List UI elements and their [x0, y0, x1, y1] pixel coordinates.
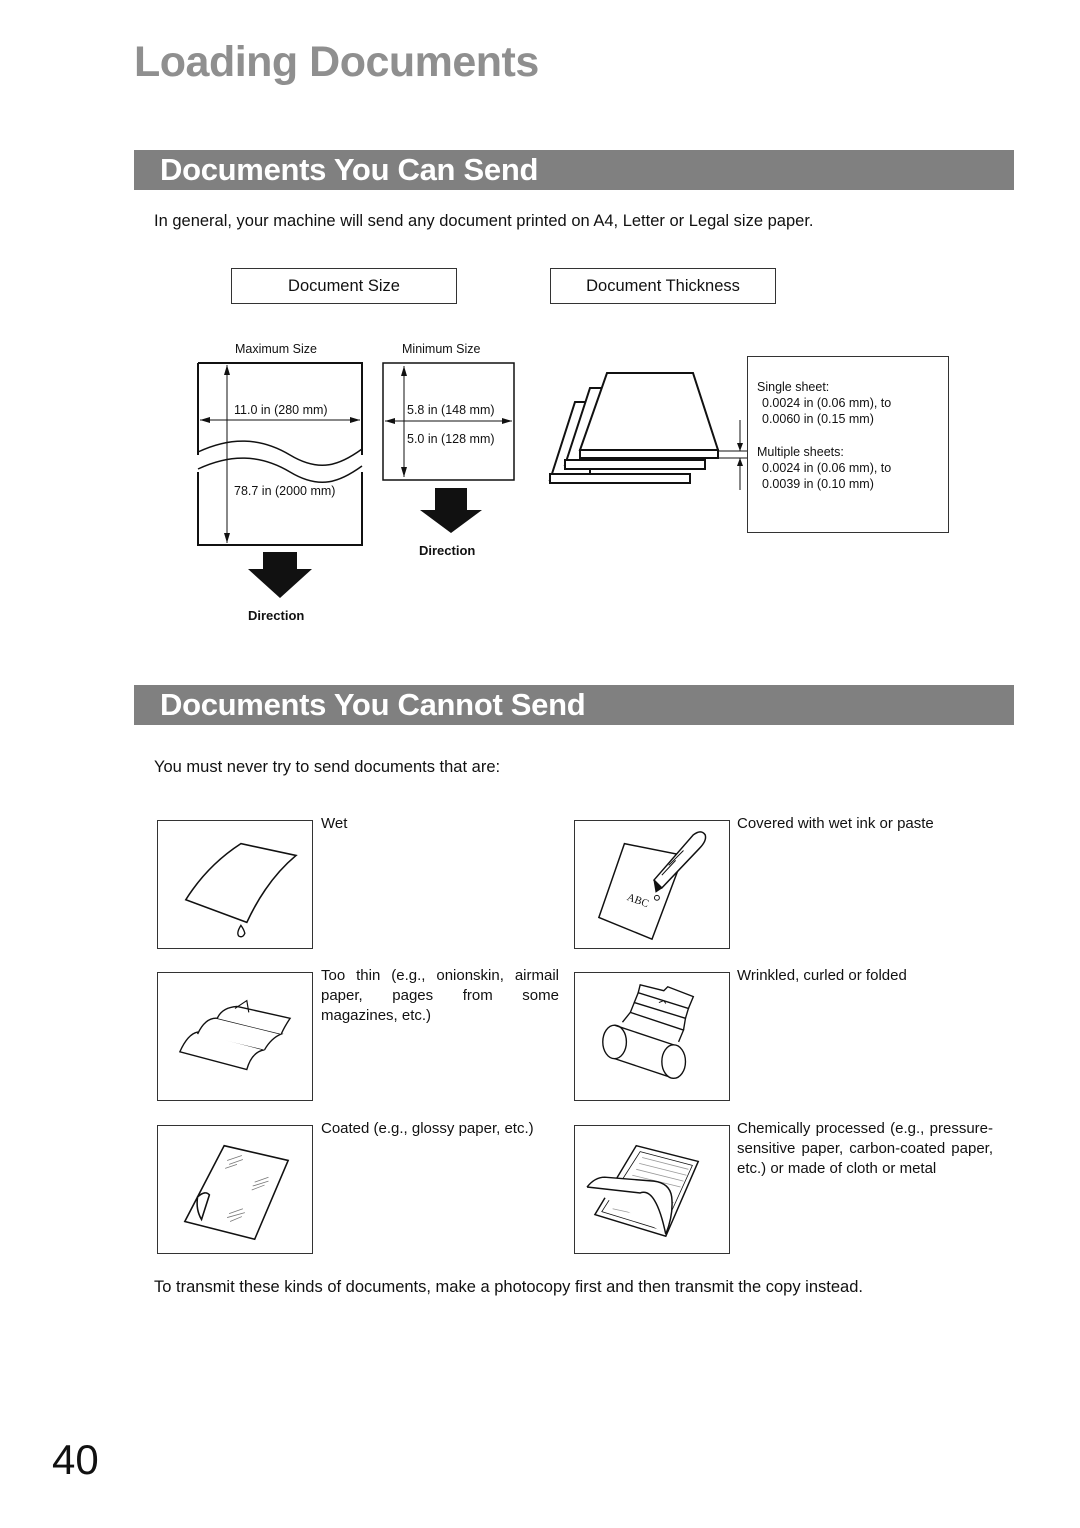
maximum-size-label: Maximum Size	[235, 342, 317, 356]
min-direction-label: Direction	[419, 543, 476, 558]
single-sheet-max: 0.0060 in (0.15 mm)	[762, 412, 874, 426]
multiple-sheets-max: 0.0039 in (0.10 mm)	[762, 477, 874, 491]
document-size-label: Document Size	[231, 268, 457, 304]
min-width-value: 5.8 in (148 mm)	[407, 403, 495, 417]
max-width-value: 11.0 in (280 mm)	[234, 403, 328, 417]
section-heading-can-send: Documents You Can Send	[134, 150, 1014, 190]
min-length-value: 5.0 in (128 mm)	[407, 432, 495, 446]
cannot-send-item-wet: Wet	[321, 815, 348, 832]
cannot-send-item-wet-ink: Covered with wet ink or paste	[737, 815, 934, 832]
coated-paper-icon	[157, 1125, 313, 1254]
max-length-value: 78.7 in (2000 mm)	[234, 484, 336, 498]
pen-ink-icon: ABC	[574, 820, 730, 949]
cannot-send-item-coated: Coated (e.g., glossy paper, etc.)	[321, 1120, 534, 1137]
minimum-size-diagram	[382, 362, 515, 533]
wet-paper-icon	[157, 820, 313, 949]
page-title: Loading Documents	[134, 38, 539, 86]
direction-arrow-icon	[248, 552, 312, 598]
maximum-size-diagram	[197, 362, 363, 598]
cannot-send-item-too-thin: Too thin (e.g., onionskin, airmail paper…	[321, 967, 559, 1024]
cannot-send-item-wrinkled: Wrinkled, curled or folded	[737, 967, 907, 984]
section-heading-cannot-send: Documents You Cannot Send	[134, 685, 1014, 725]
document-thickness-label: Document Thickness	[550, 268, 776, 304]
multiple-sheets-min: 0.0024 in (0.06 mm), to	[762, 461, 892, 475]
thin-paper-icon	[157, 972, 313, 1101]
chemical-paper-icon	[574, 1125, 730, 1254]
multiple-sheets-label: Multiple sheets:	[757, 445, 844, 459]
minimum-size-label: Minimum Size	[402, 342, 481, 356]
paper-stack-diagram	[548, 372, 747, 490]
photocopy-note: To transmit these kinds of documents, ma…	[154, 1278, 863, 1296]
direction-arrow-icon	[420, 488, 482, 533]
max-direction-label: Direction	[248, 608, 305, 623]
wrinkled-paper-icon	[574, 972, 730, 1101]
thickness-specs: Single sheet: 0.0024 in (0.06 mm), to 0.…	[757, 379, 891, 492]
single-sheet-min: 0.0024 in (0.06 mm), to	[762, 396, 892, 410]
can-send-intro: In general, your machine will send any d…	[154, 212, 814, 230]
page-number: 40	[52, 1436, 99, 1483]
cannot-send-intro: You must never try to send documents tha…	[154, 758, 501, 776]
single-sheet-label: Single sheet:	[757, 380, 830, 394]
cannot-send-item-chemical: Chemically processed (e.g., pressure-sen…	[737, 1120, 993, 1177]
